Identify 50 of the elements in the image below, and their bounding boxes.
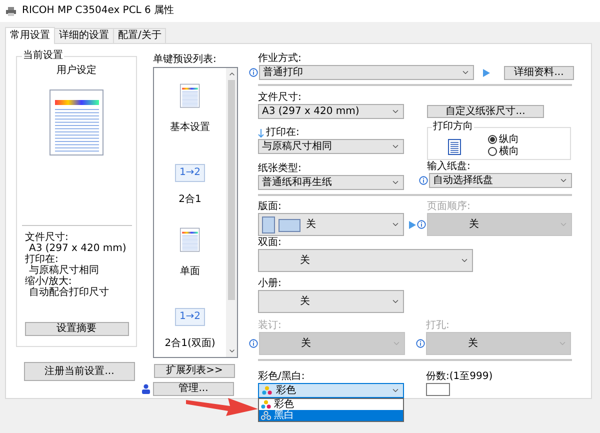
dropdown[interactable]: 与原稿尺寸相同 xyxy=(258,139,404,154)
field-label: 份数:(1至999) xyxy=(426,371,493,383)
preset-item[interactable]: 单面 xyxy=(180,266,200,278)
radio-label: 横向 xyxy=(499,146,519,158)
dropdown[interactable]: 关 xyxy=(258,249,473,272)
radio-label: 纵向 xyxy=(499,134,519,146)
field-label: 作业方式: xyxy=(258,53,302,65)
group-legend: 当前设置 xyxy=(22,50,64,62)
dropdown[interactable]: 普通纸和再生纸 xyxy=(258,175,404,190)
button[interactable]: 详细资料... xyxy=(504,66,574,80)
tab[interactable]: 配置/关于 xyxy=(113,28,166,43)
detail-label: 打印在: xyxy=(25,254,60,265)
dropdown[interactable]: 关 xyxy=(258,213,404,236)
field-label: 文件尺寸: xyxy=(258,92,302,104)
dropdown[interactable]: 普通打印 xyxy=(259,65,474,80)
combine-icon: 1→2 xyxy=(175,164,205,182)
detail-value: A3 (297 x 420 mm) xyxy=(29,243,126,254)
preset-item[interactable]: 基本设置 xyxy=(170,122,210,134)
field-label: 彩色/黑白: xyxy=(258,371,306,383)
detail-label: 缩小/放大: xyxy=(25,276,72,287)
dropdown[interactable]: 自动选择纸盘 xyxy=(429,173,572,188)
detail-value: 与原稿尺寸相同 xyxy=(29,265,100,276)
settings-name: 用户设定 xyxy=(56,65,96,77)
dropdown[interactable]: 关 xyxy=(258,290,404,313)
button[interactable]: 设置摘要 xyxy=(24,322,128,336)
preset-item[interactable]: 2合1(双面) xyxy=(164,338,216,350)
detail-value: 自动配合打印尺寸 xyxy=(28,287,110,298)
button[interactable]: 自定义纸张尺寸... xyxy=(427,105,544,118)
dropdown-option[interactable]: 黑白 xyxy=(259,410,403,421)
field-label: 装订: xyxy=(258,320,282,332)
tab[interactable]: 常用设置 xyxy=(5,27,55,44)
field-label: 页面顺序: xyxy=(427,201,472,213)
field-label: 打孔: xyxy=(426,320,450,332)
group-legend: 打印方向 xyxy=(432,121,474,133)
dropdown[interactable]: 彩色 xyxy=(258,383,404,398)
combine-icon: 1→2 xyxy=(175,308,205,326)
button[interactable]: 扩展列表>> xyxy=(154,364,235,378)
button[interactable]: 注册当前设置... xyxy=(24,362,135,381)
field-label: 输入纸盘: xyxy=(427,161,472,173)
field-label: 小册: xyxy=(258,278,282,290)
preset-item[interactable]: 2合1 xyxy=(178,194,202,206)
field-label: 双面: xyxy=(258,237,282,249)
field-label: 纸张类型: xyxy=(258,163,302,175)
field-label: 打印在: xyxy=(266,127,300,139)
list-label: 单键预设列表: xyxy=(153,54,218,66)
window-title: RICOH MP C3504ex PCL 6 属性 xyxy=(22,5,174,17)
button[interactable]: 管理... xyxy=(153,382,234,396)
dropdown[interactable]: A3 (297 x 420 mm) xyxy=(258,104,404,119)
field-label: 版面: xyxy=(258,201,282,213)
detail-label: 文件尺寸: xyxy=(25,232,70,243)
